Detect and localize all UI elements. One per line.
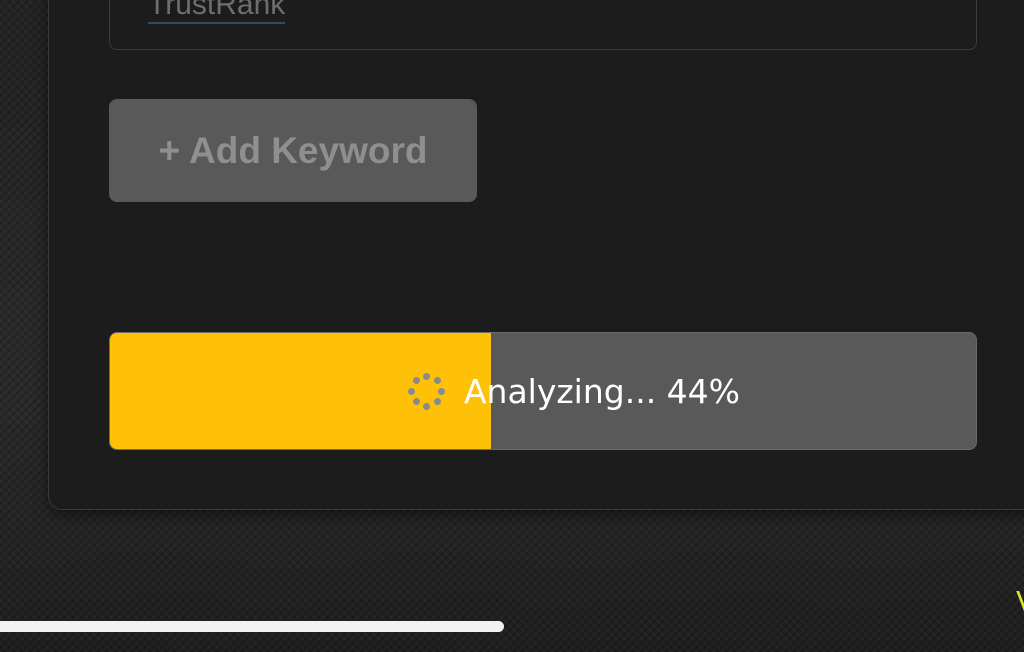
spinner-dot xyxy=(408,387,416,395)
spinner-dot xyxy=(423,402,431,410)
progress-label: Analyzing... 44% xyxy=(463,371,741,411)
loading-spinner-icon xyxy=(408,372,446,410)
spinner-dot xyxy=(412,376,420,384)
home-indicator[interactable] xyxy=(0,621,504,632)
keyword-input-value[interactable]: TrustRank xyxy=(148,0,286,24)
edge-text-fragment: V xyxy=(1016,588,1024,616)
spinner-dot xyxy=(412,398,420,406)
progress-status: Analyzing... 44% xyxy=(110,333,976,449)
spinner-dot xyxy=(434,398,442,406)
add-keyword-button[interactable]: + Add Keyword xyxy=(109,99,477,202)
spinner-dot xyxy=(434,376,442,384)
spinner-dot xyxy=(438,387,446,395)
keyword-panel: TrustRank + Add Keyword Analyzing... 44% xyxy=(48,0,1024,510)
spinner-dot xyxy=(423,372,431,380)
keyword-input-field[interactable]: TrustRank xyxy=(109,0,977,50)
analysis-progress-bar: Analyzing... 44% xyxy=(109,332,977,450)
